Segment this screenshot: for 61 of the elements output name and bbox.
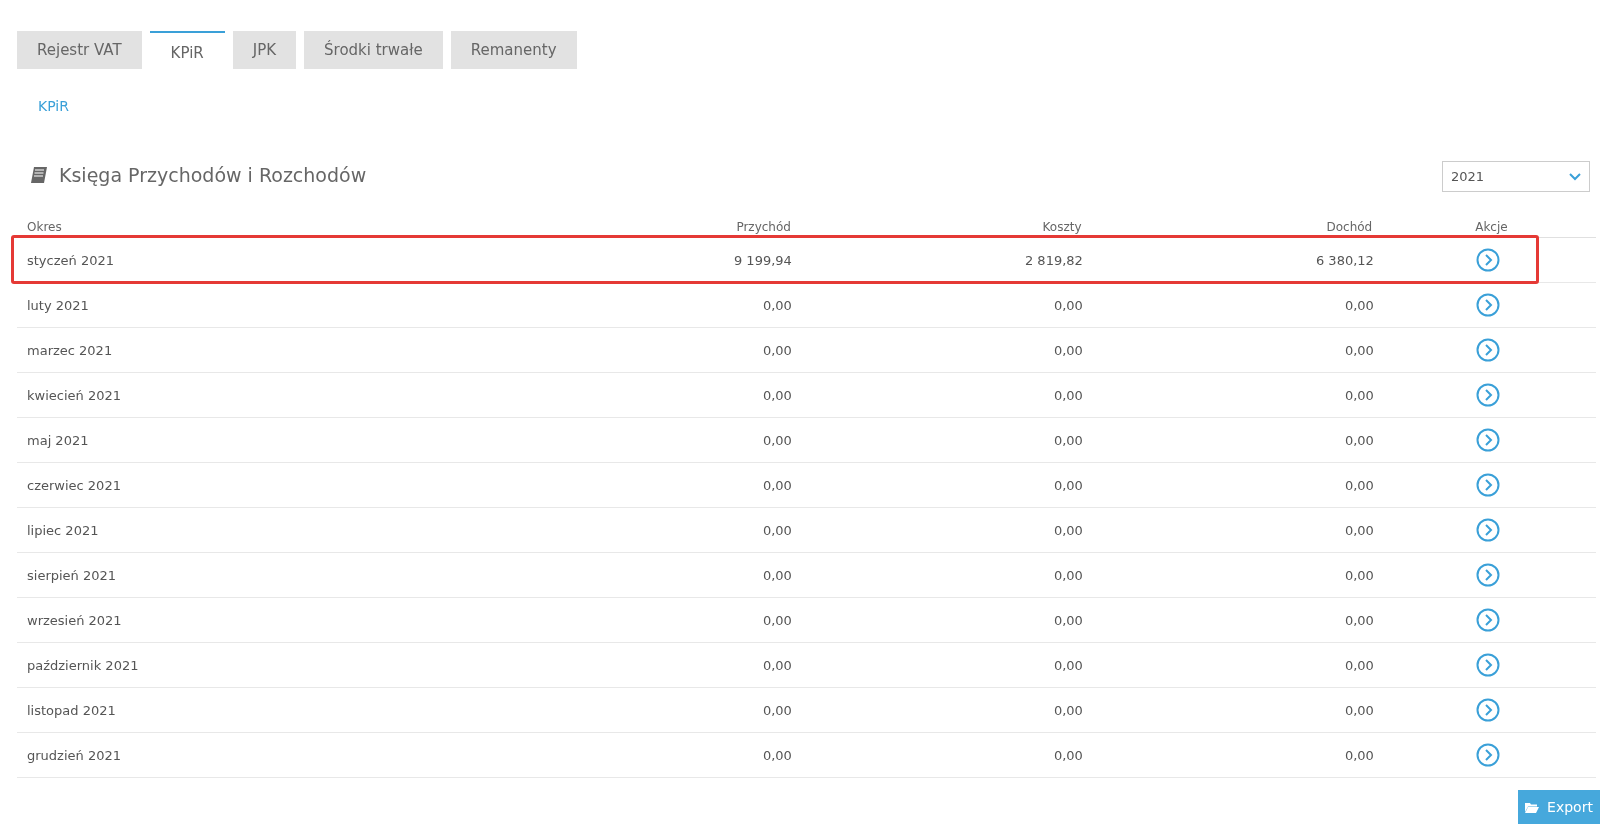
table-cell-text: 0,00: [1343, 342, 1374, 358]
column-header: Koszty: [1041, 220, 1082, 234]
tab[interactable]: Środki trwałe: [304, 31, 443, 69]
table-cell-text: 0,00: [761, 567, 792, 583]
table-cell-text: październik 2021: [26, 657, 140, 673]
table-cell-text: 0,00: [1052, 747, 1083, 763]
table-cell-text: 0,00: [1052, 522, 1083, 538]
table-cell-text: 0,00: [1052, 432, 1083, 448]
table-cell-text: 0,00: [1052, 657, 1083, 673]
table-cell-text: 0,00: [761, 522, 792, 538]
table-cell-text: 0,00: [761, 432, 792, 448]
table-cell-text: 0,00: [1052, 477, 1083, 493]
table-cell-text: 0,00: [1343, 567, 1374, 583]
column-header: Akcje: [1474, 220, 1509, 234]
table-cell-text: marzec 2021: [26, 342, 114, 358]
breadcrumb-link[interactable]: KPiR: [38, 98, 69, 114]
export-button[interactable]: Export: [1518, 790, 1600, 824]
table-cell-text: 0,00: [1052, 297, 1083, 313]
table-cell-text: 0,00: [761, 702, 792, 718]
tab[interactable]: Rejestr VAT: [17, 31, 142, 69]
table-cell-text: 0,00: [1343, 657, 1374, 673]
column-header: Przychód: [735, 220, 791, 234]
table-cell-text: 0,00: [1343, 432, 1374, 448]
table-cell-text: wrzesień 2021: [26, 612, 123, 628]
page-title: Księga Przychodów i Rozchodów: [59, 163, 367, 186]
table-cell-text: 0,00: [1343, 387, 1374, 403]
table-cell-text: 0,00: [1052, 612, 1083, 628]
table-cell-text: 0,00: [1343, 612, 1374, 628]
tab[interactable]: Remanenty: [450, 31, 577, 69]
table-cell-text: 6 380,12: [1314, 252, 1374, 268]
table-cell-text: 0,00: [761, 477, 792, 493]
table-cell-text: 0,00: [761, 342, 792, 358]
table-cell-text: 0,00: [1343, 477, 1374, 493]
table-cell-text: 0,00: [1343, 522, 1374, 538]
year-select[interactable]: 2021: [1442, 161, 1590, 192]
table-cell-text: 0,00: [761, 297, 792, 313]
table-cell-text: maj 2021: [26, 432, 90, 448]
table-cell-text: 0,00: [1052, 387, 1083, 403]
table-cell-text: grudzień 2021: [26, 747, 122, 763]
tab[interactable]: JPK: [232, 31, 297, 69]
table-cell-text: czerwiec 2021: [26, 477, 122, 493]
table-cell-text: sierpień 2021: [26, 567, 118, 583]
table-cell-text: 0,00: [761, 657, 792, 673]
table-cell-text: 0,00: [761, 612, 792, 628]
table-cell-text: 0,00: [1052, 567, 1083, 583]
table-cell-text: luty 2021: [26, 297, 90, 313]
table-cell-text: 0,00: [761, 387, 792, 403]
table-cell-text: lipiec 2021: [26, 522, 100, 538]
table-cell-text: 0,00: [1052, 342, 1083, 358]
table-cell-text: kwiecień 2021: [26, 387, 122, 403]
table-cell-text: 0,00: [1343, 702, 1374, 718]
table-cell-text: 0,00: [761, 747, 792, 763]
table-cell-text: listopad 2021: [26, 702, 117, 718]
table-cell-text: 0,00: [1343, 747, 1374, 763]
column-header: Dochód: [1325, 220, 1373, 234]
table-cell-text: styczeń 2021: [26, 252, 115, 268]
table-cell-text: 0,00: [1343, 297, 1374, 313]
table-cell-text: 0,00: [1052, 702, 1083, 718]
table-cell-text: 9 199,94: [732, 252, 792, 268]
column-header: Okres: [26, 220, 63, 234]
table-cell-text: 2 819,82: [1023, 252, 1083, 268]
